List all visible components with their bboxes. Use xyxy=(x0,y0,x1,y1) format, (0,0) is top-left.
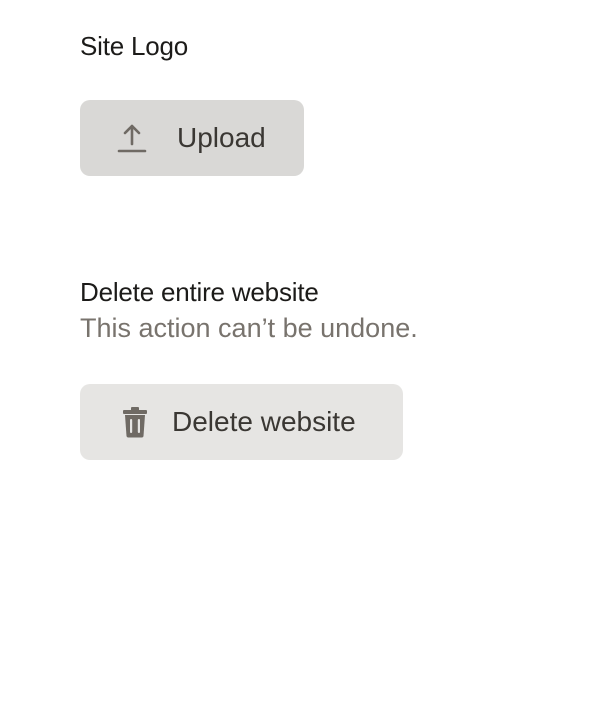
trash-icon xyxy=(120,405,150,439)
upload-button[interactable]: Upload xyxy=(80,100,304,176)
site-logo-heading: Site Logo xyxy=(80,31,189,61)
upload-button-label: Upload xyxy=(177,122,266,153)
delete-website-section: Delete entire website This action can’t … xyxy=(80,274,418,460)
upload-icon xyxy=(117,121,147,155)
delete-website-heading: Delete entire website xyxy=(80,277,319,307)
delete-website-button-label: Delete website xyxy=(172,406,356,437)
delete-website-button[interactable]: Delete website xyxy=(80,384,403,460)
site-logo-section: Site Logo Upload xyxy=(80,28,304,176)
delete-website-description: This action can’t be undone. xyxy=(80,313,418,343)
